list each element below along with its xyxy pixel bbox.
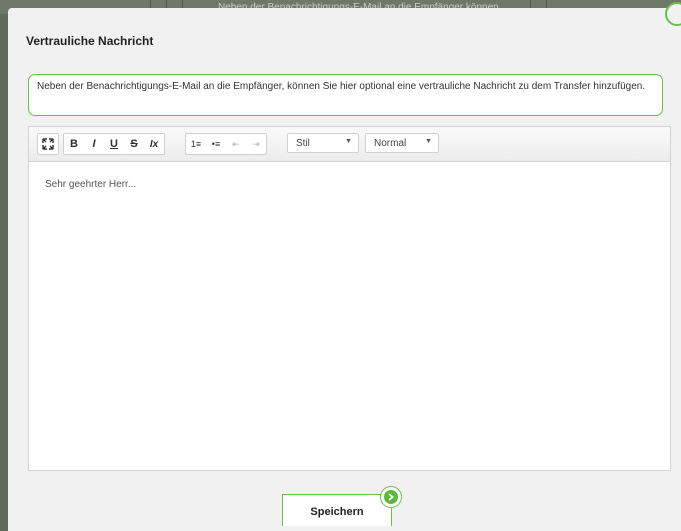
editor-content[interactable]: Sehr geehrter Herr... (45, 179, 136, 190)
chevron-down-icon: ▼ (345, 138, 352, 145)
indent-button[interactable]: ⇥ (246, 134, 266, 154)
toolbar-group-basic: B I U S Ix (63, 133, 165, 155)
underline-button[interactable]: U (104, 134, 124, 154)
editor-toolbar: B I U S Ix 1≡ •≡ ⇤ ⇥ Stil ▼ Normal ▼ (29, 127, 670, 162)
arrow-right-icon-inner (384, 490, 398, 504)
bold-button[interactable]: B (64, 134, 84, 154)
format-dropdown[interactable]: Normal ▼ (365, 133, 439, 153)
dialog-title: Vertrauliche Nachricht (26, 34, 154, 48)
save-button[interactable]: Speichern (282, 494, 392, 526)
style-dropdown[interactable]: Stil ▼ (287, 133, 359, 153)
style-dropdown-value: Stil (296, 138, 310, 149)
confidential-message-dialog: Vertrauliche Nachricht Neben der Benachr… (8, 2, 681, 531)
info-message: Neben der Benachrichtigungs-E-Mail an di… (28, 74, 663, 116)
numbered-list-button[interactable]: 1≡ (186, 134, 206, 154)
strikethrough-button[interactable]: S (124, 134, 144, 154)
toolbar-group-view (37, 133, 59, 155)
maximize-icon[interactable] (38, 134, 58, 154)
toolbar-group-lists: 1≡ •≡ ⇤ ⇥ (185, 133, 267, 155)
close-icon[interactable] (665, 2, 681, 26)
remove-format-button[interactable]: Ix (144, 134, 164, 154)
outdent-button[interactable]: ⇤ (226, 134, 246, 154)
format-dropdown-value: Normal (374, 138, 407, 149)
italic-button[interactable]: I (84, 134, 104, 154)
rich-text-editor: B I U S Ix 1≡ •≡ ⇤ ⇥ Stil ▼ Normal ▼ Seh… (28, 126, 671, 471)
arrow-right-icon[interactable] (380, 486, 402, 508)
bulleted-list-button[interactable]: •≡ (206, 134, 226, 154)
chevron-down-icon: ▼ (425, 138, 432, 145)
